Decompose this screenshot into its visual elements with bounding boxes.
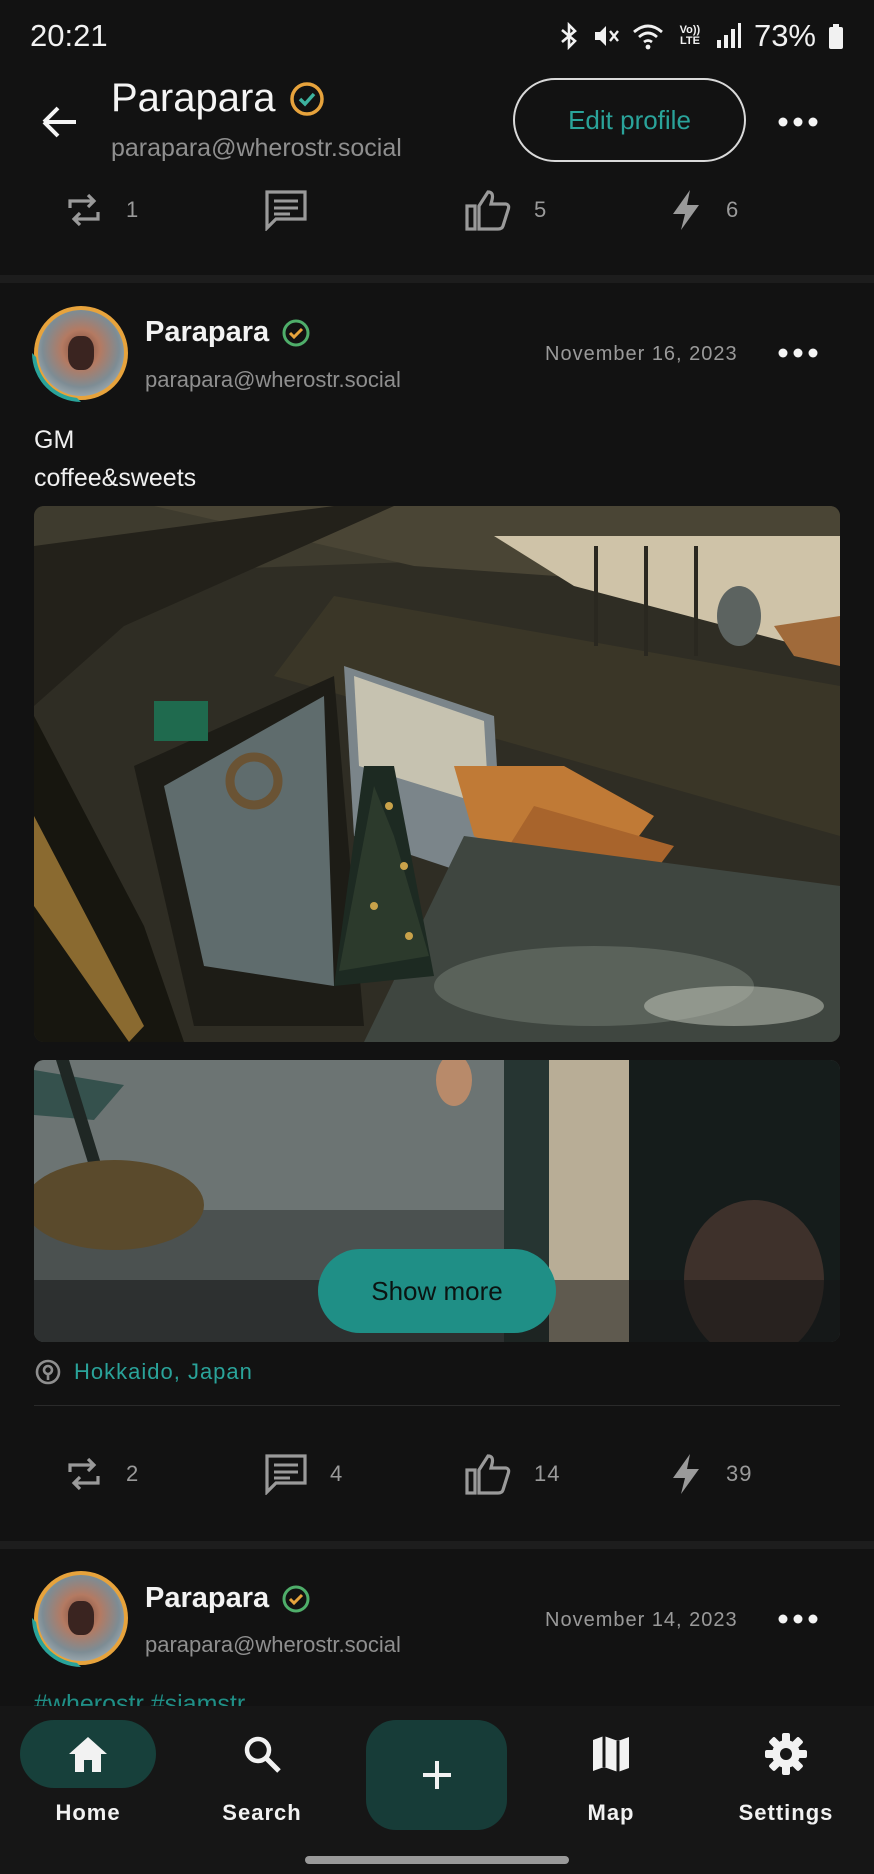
zap-button[interactable]: 6 — [668, 174, 739, 246]
post-author: Parapara — [145, 1582, 270, 1614]
like-count: 5 — [534, 197, 548, 222]
post-handle: parapara@wherostr.social — [145, 367, 401, 392]
zap-count: 39 — [726, 1461, 753, 1486]
home-icon — [69, 1737, 107, 1772]
more-horizontal-icon — [778, 117, 818, 127]
zap-button[interactable]: 39 — [668, 1438, 752, 1510]
post-divider-line — [34, 1405, 840, 1406]
plus-icon — [422, 1761, 451, 1789]
comment-count: 4 — [330, 1461, 344, 1486]
mute-icon — [594, 26, 619, 46]
status-time: 20:21 — [30, 18, 108, 53]
post-text: GM coffee&sweets — [34, 421, 196, 497]
post-text-line: coffee&sweets — [34, 464, 197, 492]
nav-settings-pill — [718, 1720, 854, 1788]
like-count: 14 — [534, 1461, 561, 1486]
cafe-interior-image — [34, 506, 840, 1042]
like-button[interactable]: 14 — [464, 1438, 560, 1510]
page-title: Parapara — [111, 76, 276, 120]
nav-map-pill — [543, 1720, 679, 1788]
nav-map[interactable]: Map — [541, 1720, 681, 1850]
gesture-bar[interactable] — [305, 1856, 569, 1864]
create-post-button[interactable] — [366, 1720, 507, 1830]
post-actions: 2 4 14 39 — [0, 1438, 874, 1510]
comment-icon — [265, 1454, 307, 1495]
more-options-button[interactable] — [776, 104, 820, 140]
location-text: Hokkaido, Japan — [74, 1359, 253, 1384]
map-icon — [593, 1736, 629, 1772]
battery-icon — [829, 24, 843, 49]
profile-header: Parapara parapara@wherostr.social Edit p… — [0, 72, 874, 182]
lightning-icon — [673, 190, 699, 230]
post-handle: parapara@wherostr.social — [145, 1632, 401, 1657]
more-horizontal-icon — [778, 348, 818, 358]
previous-post-actions: 1 5 6 — [0, 174, 874, 246]
repost-icon — [68, 193, 100, 227]
post-date: November 16, 2023 — [545, 343, 738, 365]
nav-search-pill — [194, 1720, 330, 1788]
comment-button[interactable]: 4 — [264, 1438, 343, 1510]
repost-icon — [68, 1457, 100, 1491]
show-more-button[interactable]: Show more — [318, 1249, 556, 1333]
post-divider — [0, 275, 874, 283]
post-divider — [0, 1541, 874, 1549]
post-date: November 14, 2023 — [545, 1609, 738, 1631]
wifi-icon — [633, 24, 663, 50]
edit-profile-button[interactable]: Edit profile — [513, 78, 746, 162]
header-handle: parapara@wherostr.social — [111, 134, 402, 162]
post-more-button[interactable] — [776, 335, 820, 371]
verified-badge-icon — [289, 81, 324, 116]
status-bar: 20:21 Vo)) LTE 73% — [0, 0, 874, 72]
nav-map-label: Map — [587, 1800, 635, 1825]
bluetooth-icon — [561, 22, 577, 50]
battery-percent: 73% — [753, 18, 816, 53]
nav-home-label: Home — [55, 1800, 121, 1825]
like-button[interactable]: 5 — [464, 174, 547, 246]
lightning-icon — [673, 1454, 699, 1494]
search-icon — [244, 1736, 281, 1773]
location-pin-icon — [35, 1359, 61, 1385]
repost-button[interactable]: 2 — [64, 1438, 139, 1510]
bottom-navigation: Home Search Map Settings — [0, 1706, 874, 1874]
settings-icon — [765, 1733, 807, 1775]
verified-badge-icon — [282, 319, 310, 346]
repost-count: 1 — [126, 197, 140, 222]
network-type: Vo)) LTE — [679, 24, 701, 47]
arrow-left-icon — [42, 106, 76, 138]
comment-icon — [265, 190, 307, 231]
back-button[interactable] — [36, 98, 84, 146]
comment-button[interactable] — [264, 174, 308, 246]
more-horizontal-icon — [778, 1614, 818, 1624]
thumbs-up-icon — [465, 190, 511, 231]
repost-button[interactable]: 1 — [64, 174, 139, 246]
status-icons: Vo)) LTE 73% — [558, 18, 844, 54]
nav-settings-label: Settings — [738, 1800, 834, 1825]
zap-count: 6 — [726, 197, 740, 222]
post-author: Parapara — [145, 316, 270, 348]
post-text-line: GM — [34, 426, 75, 454]
nav-search-label: Search — [222, 1800, 302, 1825]
post-more-button[interactable] — [776, 1601, 820, 1637]
post-author-row: Parapara — [145, 1582, 311, 1615]
post-location[interactable]: Hokkaido, Japan — [34, 1358, 253, 1386]
nav-home[interactable]: Home — [18, 1720, 158, 1850]
post-author-row: Parapara — [145, 316, 311, 349]
thumbs-up-icon — [465, 1454, 511, 1495]
verified-badge-icon — [282, 1585, 310, 1612]
repost-count: 2 — [126, 1461, 140, 1486]
nav-search[interactable]: Search — [192, 1720, 332, 1850]
nav-home-pill — [20, 1720, 156, 1788]
post-image[interactable] — [34, 506, 840, 1042]
signal-icon — [716, 23, 741, 48]
header-title-row: Parapara — [111, 76, 326, 121]
nav-settings[interactable]: Settings — [716, 1720, 856, 1850]
